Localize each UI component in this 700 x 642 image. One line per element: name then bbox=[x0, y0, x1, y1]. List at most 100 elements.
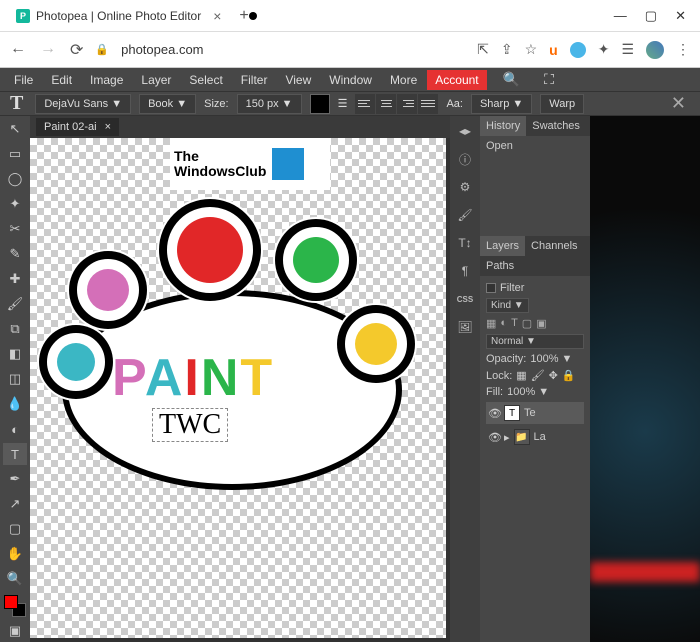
blend-mode-select[interactable]: Normal ▼ bbox=[486, 334, 584, 349]
filter-text-icon[interactable]: T bbox=[511, 317, 518, 330]
lock-all-icon[interactable]: 🔒 bbox=[562, 369, 576, 382]
layer-item[interactable]: 👁 T Te bbox=[486, 402, 584, 424]
tab-layers[interactable]: Layers bbox=[480, 236, 525, 256]
paragraph-panel-icon[interactable]: ¶ bbox=[455, 262, 475, 280]
menu-view[interactable]: View bbox=[277, 70, 319, 90]
reload-button[interactable]: ⟳ bbox=[70, 40, 83, 60]
install-icon[interactable]: ⇱ bbox=[477, 41, 489, 58]
warp-button[interactable]: Warp bbox=[540, 94, 584, 114]
share-icon[interactable]: ⇪ bbox=[501, 41, 513, 58]
kind-select[interactable]: Kind ▼ bbox=[486, 298, 529, 313]
fullscreen-icon[interactable]: ⛶ bbox=[536, 68, 562, 91]
align-right-button[interactable] bbox=[397, 94, 417, 114]
account-button[interactable]: Account bbox=[427, 70, 486, 90]
fill-value[interactable]: 100% ▼ bbox=[507, 386, 549, 398]
heal-tool[interactable]: ✚ bbox=[3, 268, 27, 290]
history-entry[interactable]: Open bbox=[486, 140, 584, 152]
blur-tool[interactable]: 💧 bbox=[3, 393, 27, 415]
text-tool[interactable]: T bbox=[3, 443, 27, 465]
forward-button[interactable]: → bbox=[40, 40, 56, 60]
reading-list-icon[interactable]: ☰ bbox=[621, 41, 634, 58]
hand-tool[interactable]: ✋ bbox=[3, 543, 27, 565]
bookmark-icon[interactable]: ☆ bbox=[525, 41, 538, 58]
close-tab-icon[interactable]: × bbox=[213, 8, 221, 24]
cancel-text-button[interactable]: ✕ bbox=[663, 93, 694, 114]
filter-shape-icon[interactable]: ▢ bbox=[522, 317, 532, 330]
filter-pixel-icon[interactable]: ▦ bbox=[486, 317, 496, 330]
adjust-panel-icon[interactable]: ⚙ bbox=[455, 178, 475, 196]
eyedropper-tool[interactable]: ✎ bbox=[3, 243, 27, 265]
menu-layer[interactable]: Layer bbox=[133, 70, 179, 90]
menu-edit[interactable]: Edit bbox=[43, 70, 80, 90]
lock-pos-icon[interactable]: ✥ bbox=[549, 369, 558, 382]
font-size-select[interactable]: 150 px ▼ bbox=[237, 94, 302, 114]
menu-window[interactable]: Window bbox=[321, 70, 380, 90]
expand-icon[interactable]: ▸ bbox=[504, 431, 510, 444]
editing-text-box[interactable]: TWC bbox=[152, 408, 228, 442]
ghostery-icon[interactable] bbox=[570, 42, 586, 58]
layer-item[interactable]: 👁 ▸ 📁 La bbox=[486, 426, 584, 448]
visibility-icon[interactable]: 👁 bbox=[488, 431, 500, 444]
new-tab-button[interactable]: + bbox=[239, 7, 248, 25]
tab-history[interactable]: History bbox=[480, 116, 526, 136]
filter-adjust-icon[interactable]: ◐ bbox=[500, 317, 507, 330]
info-panel-icon[interactable]: ⓘ bbox=[455, 150, 475, 168]
align-justify-button[interactable] bbox=[418, 94, 438, 114]
search-icon[interactable]: 🔍 bbox=[495, 68, 528, 91]
pen-tool[interactable]: ✒ bbox=[3, 468, 27, 490]
close-window-button[interactable]: ✕ bbox=[675, 8, 686, 24]
canvas[interactable]: The WindowsClub PAINT bbox=[30, 138, 446, 638]
path-select-tool[interactable]: ↗ bbox=[3, 493, 27, 515]
foreground-color[interactable] bbox=[4, 595, 18, 609]
char-panel-icon[interactable]: ☰ bbox=[338, 97, 348, 110]
character-panel-icon[interactable]: T↕ bbox=[455, 234, 475, 252]
document-tab[interactable]: Paint 02-ai × bbox=[36, 118, 119, 136]
back-button[interactable]: ← bbox=[10, 40, 26, 60]
menu-more[interactable]: More bbox=[382, 70, 425, 90]
lasso-tool[interactable]: ◯ bbox=[3, 168, 27, 190]
clone-tool[interactable]: ⧉ bbox=[3, 318, 27, 340]
font-family-select[interactable]: DejaVu Sans ▼ bbox=[35, 94, 131, 114]
antialias-select[interactable]: Sharp ▼ bbox=[471, 94, 532, 114]
ublock-icon[interactable]: u bbox=[549, 42, 558, 58]
brush-panel-icon[interactable]: 🖌 bbox=[455, 206, 475, 224]
minimize-button[interactable]: — bbox=[614, 8, 627, 24]
lock-paint-icon[interactable]: 🖌 bbox=[531, 369, 545, 382]
menu-select[interactable]: Select bbox=[181, 70, 230, 90]
opacity-value[interactable]: 100% ▼ bbox=[530, 353, 572, 365]
tab-channels[interactable]: Channels bbox=[525, 236, 583, 256]
menu-file[interactable]: File bbox=[6, 70, 41, 90]
image-panel-icon[interactable]: 🖼 bbox=[455, 318, 475, 336]
align-center-button[interactable] bbox=[376, 94, 396, 114]
maximize-button[interactable]: ▢ bbox=[645, 8, 657, 24]
filter-checkbox[interactable] bbox=[486, 283, 496, 293]
collapse-icon[interactable]: ◂▸ bbox=[455, 122, 475, 140]
marquee-tool[interactable]: ▭ bbox=[3, 143, 27, 165]
font-weight-select[interactable]: Book ▼ bbox=[139, 94, 196, 114]
tab-swatches[interactable]: Swatches bbox=[526, 116, 586, 136]
address-bar[interactable]: photopea.com bbox=[121, 42, 465, 57]
move-tool[interactable]: ↖ bbox=[3, 118, 27, 140]
profile-avatar[interactable] bbox=[646, 41, 664, 59]
close-document-icon[interactable]: × bbox=[105, 121, 111, 133]
eraser-tool[interactable]: ◧ bbox=[3, 343, 27, 365]
visibility-icon[interactable]: 👁 bbox=[488, 407, 500, 420]
quickmask-toggle[interactable]: ▣ bbox=[3, 620, 27, 642]
extensions-icon[interactable]: ✦ bbox=[598, 41, 610, 58]
color-swatches[interactable] bbox=[4, 595, 26, 617]
menu-image[interactable]: Image bbox=[82, 70, 131, 90]
brush-tool[interactable]: 🖌 bbox=[3, 293, 27, 315]
tab-paths[interactable]: Paths bbox=[480, 256, 520, 276]
css-panel-icon[interactable]: CSS bbox=[455, 290, 475, 308]
align-left-button[interactable] bbox=[355, 94, 375, 114]
gradient-tool[interactable]: ◫ bbox=[3, 368, 27, 390]
crop-tool[interactable]: ✂ bbox=[3, 218, 27, 240]
menu-icon[interactable]: ⋮ bbox=[676, 41, 690, 58]
filter-smart-icon[interactable]: ▣ bbox=[536, 317, 546, 330]
text-color-swatch[interactable] bbox=[310, 94, 330, 114]
menu-filter[interactable]: Filter bbox=[233, 70, 276, 90]
lock-trans-icon[interactable]: ▦ bbox=[516, 369, 526, 382]
browser-tab[interactable]: P Photopea | Online Photo Editor × bbox=[6, 1, 231, 31]
zoom-tool[interactable]: 🔍 bbox=[3, 568, 27, 590]
dodge-tool[interactable]: ◐ bbox=[3, 418, 27, 440]
